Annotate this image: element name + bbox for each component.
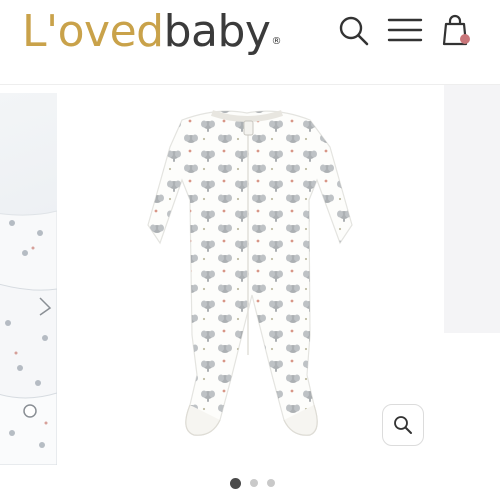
previous-slide-image: [0, 210, 57, 465]
logo-text-loved: L'oved: [22, 6, 164, 57]
shopping-bag-icon: [442, 14, 468, 46]
search-icon: [339, 16, 369, 46]
carousel-dot-2[interactable]: [249, 479, 258, 487]
logo-text-baby: baby: [163, 6, 271, 57]
previous-slide-peek[interactable]: [0, 93, 57, 465]
brand-logo[interactable]: L'ovedbaby®: [22, 4, 281, 64]
site-header: L'ovedbaby®: [0, 0, 500, 85]
zoom-button[interactable]: [382, 404, 424, 446]
cart-badge: [460, 34, 470, 44]
registered-mark: ®: [271, 36, 281, 47]
menu-button[interactable]: [387, 12, 423, 48]
search-button[interactable]: [336, 12, 372, 48]
carousel-dot-3[interactable]: [266, 479, 275, 487]
carousel-dot-1[interactable]: [229, 477, 241, 489]
menu-icon: [387, 18, 423, 42]
product-image-carousel[interactable]: [0, 85, 500, 485]
cart-button[interactable]: [440, 12, 476, 48]
next-slide-peek[interactable]: [444, 85, 500, 333]
zoom-icon: [394, 416, 412, 434]
carousel-pagination: [2, 476, 500, 490]
